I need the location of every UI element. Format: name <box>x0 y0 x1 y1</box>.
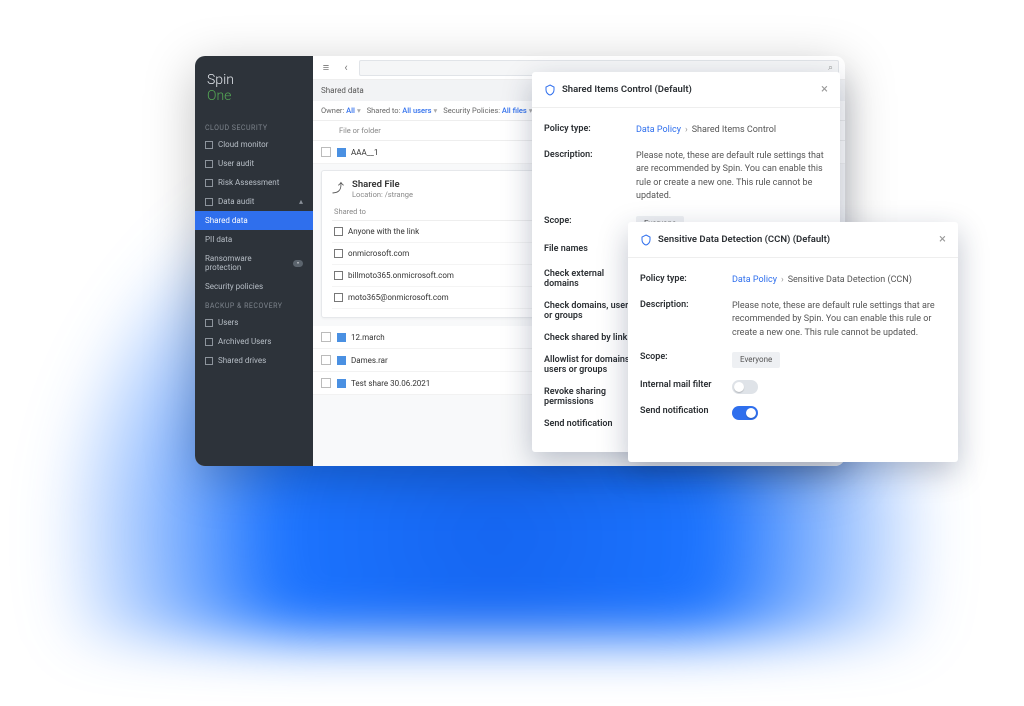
lbl-revoke: Revoke sharing permissions <box>544 387 636 407</box>
filter-owner[interactable]: Owner: All▾ <box>321 106 361 115</box>
domain-icon <box>334 249 343 258</box>
drive-icon <box>205 357 213 365</box>
row-checkbox[interactable] <box>321 147 331 157</box>
cloud-icon <box>205 141 213 149</box>
modal-sensitive-data: Sensitive Data Detection (CCN) (Default)… <box>628 222 958 462</box>
search-icon: ⌕ <box>828 63 833 73</box>
user-icon <box>334 293 343 302</box>
scope-tag: Everyone <box>732 352 780 368</box>
lbl-scope: Scope: <box>544 216 636 232</box>
lbl-send-notification: Send notification <box>544 419 636 429</box>
file-name: Test share 30.06.2021 <box>351 379 430 388</box>
lbl-filenames: File names <box>544 244 636 258</box>
nav-label: Users <box>218 318 238 327</box>
nav-cloud-monitor[interactable]: Cloud monitor <box>195 135 313 154</box>
file-name: 12.march <box>351 333 385 342</box>
nav-label: Data audit <box>218 197 254 206</box>
row-checkbox[interactable] <box>321 332 331 342</box>
nav-label: User audit <box>218 159 254 168</box>
file-name: Dames.rar <box>351 356 388 365</box>
nav-risk[interactable]: Risk Assessment <box>195 173 313 192</box>
modal-title: Shared Items Control (Default) <box>562 84 821 95</box>
file-icon <box>337 379 346 388</box>
close-icon[interactable]: × <box>939 232 946 247</box>
nav-label: Ransomware protection <box>205 254 288 272</box>
lbl-policy-type: Policy type: <box>640 274 732 288</box>
lbl-check-domains: Check domains, users or groups <box>544 301 636 321</box>
nav-label: Shared data <box>205 216 248 225</box>
nav-label: Risk Assessment <box>218 178 279 187</box>
lbl-check-external: Check external domains <box>544 269 636 289</box>
detail-location: Location: /strange <box>352 190 413 199</box>
nav-section-cloud: CLOUD SECURITY <box>195 118 313 135</box>
lbl-description: Description: <box>640 300 732 341</box>
lbl-send-notification: Send notification <box>640 406 732 420</box>
users-icon <box>205 319 213 327</box>
menu-icon[interactable]: ≡ <box>319 61 333 75</box>
share-icon: ⤴ <box>332 179 344 196</box>
link-icon <box>334 227 343 236</box>
row-checkbox[interactable] <box>321 355 331 365</box>
chevron-up-icon: ▴ <box>299 197 303 206</box>
shield-icon <box>544 84 556 96</box>
nav-archived[interactable]: Archived Users <box>195 332 313 351</box>
toggle-mail-filter[interactable] <box>732 380 758 394</box>
brand-logo: Spin One <box>195 66 313 118</box>
user-icon <box>205 160 213 168</box>
breadcrumb: Data Policy›Sensitive Data Detection (CC… <box>732 274 946 288</box>
nav-shared-data[interactable]: Shared data <box>195 211 313 230</box>
nav-label: PII data <box>205 235 232 244</box>
nav-security-policies[interactable]: Security policies <box>195 277 313 296</box>
nav-label: Security policies <box>205 282 263 291</box>
nav-pii[interactable]: PII data <box>195 230 313 249</box>
lbl-description: Description: <box>544 150 636 204</box>
chevron-down-icon: ▾ <box>357 106 361 115</box>
shield-icon <box>640 234 652 246</box>
user-icon <box>334 271 343 280</box>
lbl-policy-type: Policy type: <box>544 124 636 138</box>
data-icon <box>205 198 213 206</box>
sidebar: Spin One CLOUD SECURITY Cloud monitor Us… <box>195 56 313 466</box>
lbl-check-link: Check shared by link <box>544 333 636 343</box>
nav-label: Archived Users <box>218 337 271 346</box>
share-icon[interactable]: ‹ <box>339 61 353 75</box>
archive-icon <box>205 338 213 346</box>
nav-data-audit[interactable]: Data audit ▴ <box>195 192 313 211</box>
lbl-allowlist: Allowlist for domains, users or groups <box>544 355 636 375</box>
modal-title: Sensitive Data Detection (CCN) (Default) <box>658 234 939 245</box>
brand-one: One <box>207 88 231 104</box>
nav-ransomware[interactable]: Ransomware protection • <box>195 249 313 277</box>
val-description: Please note, these are default rule sett… <box>732 300 946 341</box>
nav-users[interactable]: Users <box>195 313 313 332</box>
filter-policies[interactable]: Security Policies: All files▾ <box>443 106 532 115</box>
file-icon <box>337 356 346 365</box>
risk-icon <box>205 179 213 187</box>
nav-user-audit[interactable]: User audit <box>195 154 313 173</box>
filter-shared[interactable]: Shared to: All users▾ <box>367 106 438 115</box>
chevron-down-icon: ▾ <box>434 106 438 115</box>
brand-spin: Spin <box>207 72 234 88</box>
detail-title: Shared File <box>352 179 413 190</box>
file-icon <box>337 148 346 157</box>
file-icon <box>337 333 346 342</box>
breadcrumb: Data Policy›Shared Items Control <box>636 124 828 138</box>
nav-section-backup: BACKUP & RECOVERY <box>195 296 313 313</box>
badge: • <box>293 260 303 267</box>
close-icon[interactable]: × <box>821 82 828 97</box>
lbl-mail-filter: Internal mail filter <box>640 380 732 394</box>
val-description: Please note, these are default rule sett… <box>636 150 828 204</box>
file-name: AAA__1 <box>351 148 378 157</box>
toggle-send-notification[interactable] <box>732 406 758 420</box>
checkbox-all[interactable] <box>321 126 339 135</box>
nav-label: Shared drives <box>218 356 266 365</box>
row-checkbox[interactable] <box>321 378 331 388</box>
nav-shared-drives[interactable]: Shared drives <box>195 351 313 370</box>
lbl-scope: Scope: <box>640 352 732 368</box>
nav-label: Cloud monitor <box>218 140 268 149</box>
